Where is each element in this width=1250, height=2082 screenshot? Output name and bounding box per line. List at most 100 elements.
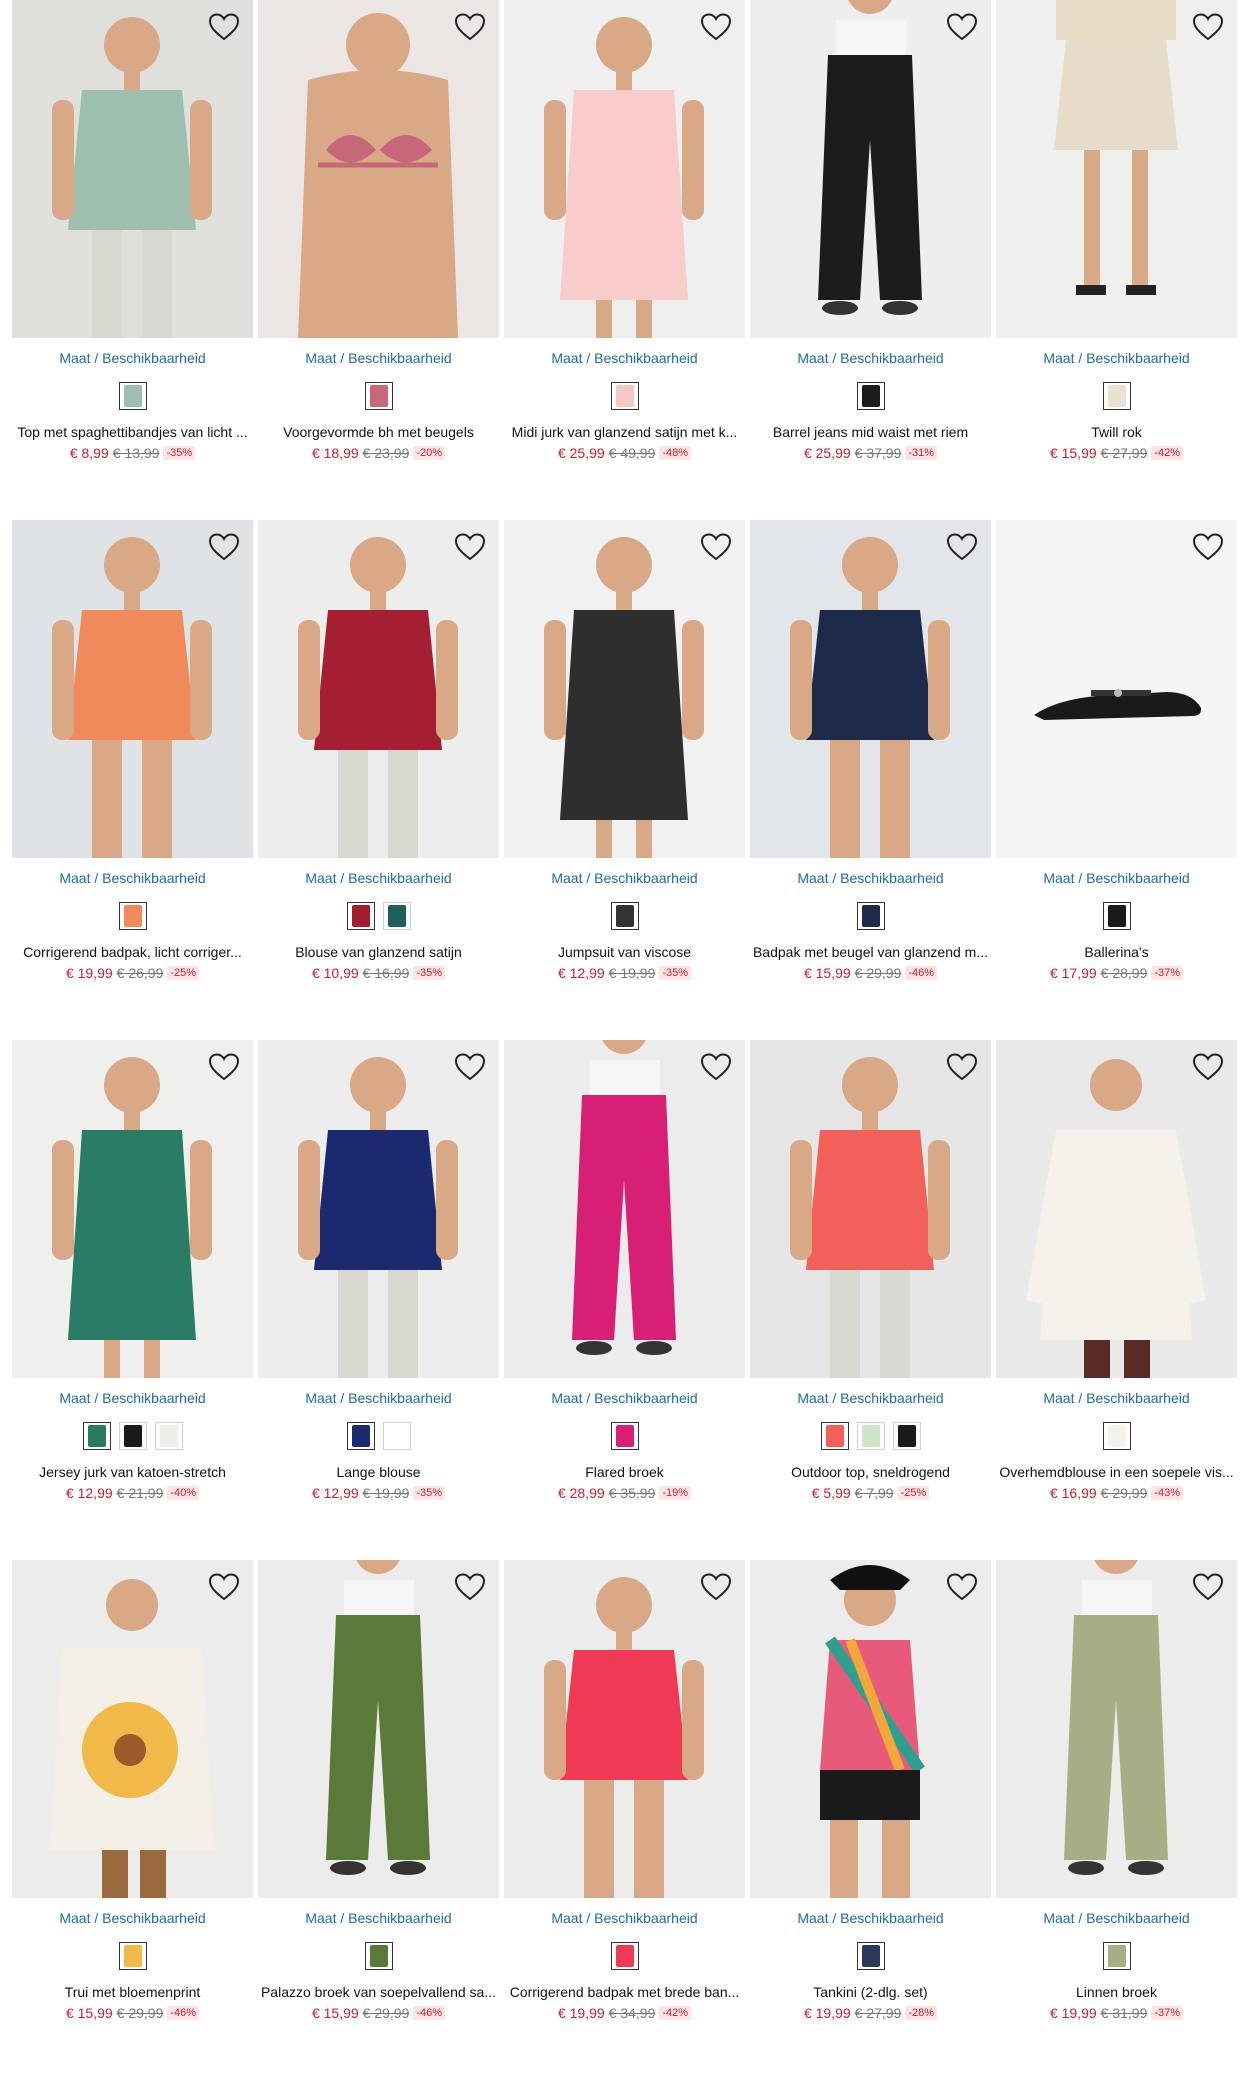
- color-swatch[interactable]: [118, 1942, 147, 1970]
- product-image[interactable]: [258, 1040, 499, 1378]
- wishlist-button[interactable]: [453, 532, 487, 562]
- color-swatch[interactable]: [364, 382, 393, 410]
- product-card[interactable]: Maat / Beschikbaarheid Blouse van glanzen…: [258, 520, 499, 981]
- wishlist-button[interactable]: [699, 532, 733, 562]
- product-image[interactable]: [258, 1560, 499, 1898]
- product-name[interactable]: Midi jurk van glanzend satijn met k...: [504, 424, 745, 440]
- wishlist-button[interactable]: [945, 12, 979, 42]
- color-swatch[interactable]: [820, 1422, 849, 1450]
- product-image[interactable]: [996, 520, 1237, 858]
- product-image[interactable]: [12, 0, 253, 338]
- color-swatch[interactable]: [364, 1942, 393, 1970]
- product-name[interactable]: Trui met bloemenprint: [12, 1984, 253, 2000]
- product-name[interactable]: Lange blouse: [258, 1464, 499, 1480]
- product-image[interactable]: [996, 1040, 1237, 1378]
- color-swatch[interactable]: [1102, 1422, 1131, 1450]
- product-image[interactable]: [258, 520, 499, 858]
- size-availability-link[interactable]: Maat / Beschikbaarheid: [996, 870, 1237, 886]
- product-card[interactable]: Maat / Beschikbaarheid Outdoor top, sneld…: [750, 1040, 991, 1501]
- wishlist-button[interactable]: [453, 1052, 487, 1082]
- product-card[interactable]: Maat / Beschikbaarheid Twill rok € 15,99 € …: [996, 0, 1237, 461]
- size-availability-link[interactable]: Maat / Beschikbaarheid: [12, 1390, 253, 1406]
- size-availability-link[interactable]: Maat / Beschikbaarheid: [996, 1910, 1237, 1926]
- color-swatch[interactable]: [118, 382, 147, 410]
- size-availability-link[interactable]: Maat / Beschikbaarheid: [750, 1910, 991, 1926]
- size-availability-link[interactable]: Maat / Beschikbaarheid: [504, 870, 745, 886]
- product-name[interactable]: Badpak met beugel van glanzend m...: [750, 944, 991, 960]
- product-name[interactable]: Flared broek: [504, 1464, 745, 1480]
- color-swatch[interactable]: [118, 1422, 147, 1450]
- color-swatch[interactable]: [382, 902, 411, 930]
- product-card[interactable]: Maat / Beschikbaarheid Corrigerend badpak…: [12, 520, 253, 981]
- wishlist-button[interactable]: [1191, 12, 1225, 42]
- product-name[interactable]: Twill rok: [996, 424, 1237, 440]
- size-availability-link[interactable]: Maat / Beschikbaarheid: [750, 350, 991, 366]
- product-card[interactable]: Maat / Beschikbaarheid Ballerina's € 17,99…: [996, 520, 1237, 981]
- wishlist-button[interactable]: [207, 12, 241, 42]
- product-image[interactable]: [258, 0, 499, 338]
- product-image[interactable]: [504, 520, 745, 858]
- wishlist-button[interactable]: [699, 1052, 733, 1082]
- wishlist-button[interactable]: [453, 12, 487, 42]
- size-availability-link[interactable]: Maat / Beschikbaarheid: [258, 870, 499, 886]
- size-availability-link[interactable]: Maat / Beschikbaarheid: [12, 1910, 253, 1926]
- color-swatch[interactable]: [856, 1942, 885, 1970]
- product-card[interactable]: Maat / Beschikbaarheid Top met spaghettib…: [12, 0, 253, 461]
- product-name[interactable]: Top met spaghettibandjes van licht ...: [12, 424, 253, 440]
- product-card[interactable]: Maat / Beschikbaarheid Barrel jeans mid w…: [750, 0, 991, 461]
- product-image[interactable]: [12, 1040, 253, 1378]
- size-availability-link[interactable]: Maat / Beschikbaarheid: [750, 1390, 991, 1406]
- size-availability-link[interactable]: Maat / Beschikbaarheid: [504, 350, 745, 366]
- size-availability-link[interactable]: Maat / Beschikbaarheid: [258, 1910, 499, 1926]
- wishlist-button[interactable]: [453, 1572, 487, 1602]
- wishlist-button[interactable]: [207, 1052, 241, 1082]
- product-card[interactable]: Maat / Beschikbaarheid Trui met bloemenpr…: [12, 1560, 253, 2021]
- product-card[interactable]: Maat / Beschikbaarheid Overhemdblouse in …: [996, 1040, 1237, 1501]
- product-card[interactable]: Maat / Beschikbaarheid Voorgevormde bh me…: [258, 0, 499, 461]
- wishlist-button[interactable]: [207, 532, 241, 562]
- wishlist-button[interactable]: [699, 1572, 733, 1602]
- product-name[interactable]: Tankini (2-dlg. set): [750, 1984, 991, 2000]
- product-card[interactable]: Maat / Beschikbaarheid Linnen broek € 19,9…: [996, 1560, 1237, 2021]
- color-swatch[interactable]: [610, 1942, 639, 1970]
- color-swatch[interactable]: [856, 382, 885, 410]
- product-image[interactable]: [504, 0, 745, 338]
- color-swatch[interactable]: [382, 1422, 411, 1450]
- color-swatch[interactable]: [118, 902, 147, 930]
- product-image[interactable]: [750, 1040, 991, 1378]
- product-image[interactable]: [504, 1040, 745, 1378]
- size-availability-link[interactable]: Maat / Beschikbaarheid: [504, 1390, 745, 1406]
- color-swatch[interactable]: [1102, 1942, 1131, 1970]
- wishlist-button[interactable]: [1191, 1052, 1225, 1082]
- color-swatch[interactable]: [892, 1422, 921, 1450]
- wishlist-button[interactable]: [945, 1572, 979, 1602]
- color-swatch[interactable]: [346, 1422, 375, 1450]
- product-name[interactable]: Jumpsuit van viscose: [504, 944, 745, 960]
- color-swatch[interactable]: [1102, 382, 1131, 410]
- product-card[interactable]: Maat / Beschikbaarheid Flared broek € 28,9…: [504, 1040, 745, 1501]
- size-availability-link[interactable]: Maat / Beschikbaarheid: [12, 350, 253, 366]
- wishlist-button[interactable]: [1191, 1572, 1225, 1602]
- product-card[interactable]: Maat / Beschikbaarheid Midi jurk van glan…: [504, 0, 745, 461]
- product-card[interactable]: Maat / Beschikbaarheid Corrigerend badpak…: [504, 1560, 745, 2021]
- size-availability-link[interactable]: Maat / Beschikbaarheid: [258, 350, 499, 366]
- product-card[interactable]: Maat / Beschikbaarheid Jersey jurk van ka…: [12, 1040, 253, 1501]
- size-availability-link[interactable]: Maat / Beschikbaarheid: [504, 1910, 745, 1926]
- product-image[interactable]: [996, 0, 1237, 338]
- product-name[interactable]: Corrigerend badpak met brede ban...: [504, 1984, 745, 2000]
- product-image[interactable]: [996, 1560, 1237, 1898]
- color-swatch[interactable]: [856, 902, 885, 930]
- size-availability-link[interactable]: Maat / Beschikbaarheid: [258, 1390, 499, 1406]
- product-name[interactable]: Linnen broek: [996, 1984, 1237, 2000]
- product-image[interactable]: [12, 1560, 253, 1898]
- wishlist-button[interactable]: [207, 1572, 241, 1602]
- size-availability-link[interactable]: Maat / Beschikbaarheid: [750, 870, 991, 886]
- product-card[interactable]: Maat / Beschikbaarheid Tankini (2-dlg. se…: [750, 1560, 991, 2021]
- size-availability-link[interactable]: Maat / Beschikbaarheid: [12, 870, 253, 886]
- product-name[interactable]: Palazzo broek van soepelvallend sa...: [258, 1984, 499, 2000]
- product-name[interactable]: Jersey jurk van katoen-stretch: [12, 1464, 253, 1480]
- product-card[interactable]: Maat / Beschikbaarheid Lange blouse € 12,9…: [258, 1040, 499, 1501]
- size-availability-link[interactable]: Maat / Beschikbaarheid: [996, 1390, 1237, 1406]
- product-image[interactable]: [750, 1560, 991, 1898]
- product-card[interactable]: Maat / Beschikbaarheid Palazzo broek van …: [258, 1560, 499, 2021]
